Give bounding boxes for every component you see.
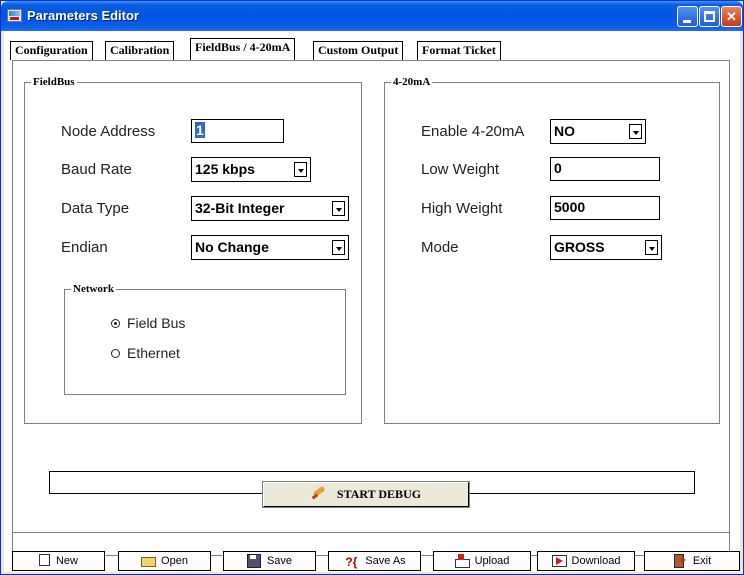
tab-label: FieldBus / 4-20mA [195, 40, 291, 54]
tab-configuration[interactable]: Configuration [10, 41, 93, 60]
radio-field-bus[interactable]: Field Bus [111, 315, 185, 331]
low-weight-input[interactable]: 0 [550, 157, 660, 181]
tab-custom-output[interactable]: Custom Output [313, 41, 404, 60]
tab-label: Custom Output [318, 43, 399, 57]
app-icon [7, 9, 22, 22]
minimize-icon [683, 20, 691, 23]
close-icon: ✕ [726, 9, 737, 24]
maximize-icon [704, 11, 715, 22]
enable-4-20ma-dropdown[interactable]: NO [550, 119, 646, 144]
chevron-down-icon[interactable] [645, 240, 658, 255]
open-folder-icon [141, 554, 157, 567]
enable-4-20ma-value: NO [554, 123, 575, 139]
start-debug-label: START DEBUG [336, 487, 422, 501]
node-address-value: 1 [195, 122, 205, 138]
start-debug-button[interactable]: START DEBUG [262, 481, 470, 508]
minimize-button[interactable] [677, 6, 698, 27]
upload-button[interactable]: Upload [433, 551, 531, 571]
open-label: Open [161, 555, 188, 567]
high-weight-value: 5000 [554, 199, 586, 215]
tab-label: Configuration [15, 43, 88, 57]
mode-dropdown[interactable]: GROSS [550, 235, 662, 260]
new-label: New [55, 555, 78, 567]
radio-unselected-icon [111, 349, 120, 358]
download-label: Download [571, 555, 621, 567]
tab-label: Calibration [110, 43, 170, 57]
data-type-value: 32-Bit Integer [195, 200, 285, 216]
radio-label: Ethernet [127, 345, 180, 361]
tab-format-ticket[interactable]: Format Ticket [417, 41, 501, 60]
analog-group-label: 4-20mA [391, 75, 433, 89]
bottom-toolbar: New Open Save ?{Save As Upload Download … [12, 551, 740, 573]
endian-dropdown[interactable]: No Change [191, 235, 349, 260]
parameters-editor-window: Parameters Editor ✕ Configuration Calibr… [0, 0, 744, 575]
download-button[interactable]: Download [537, 551, 635, 571]
new-file-icon [38, 554, 50, 566]
new-button[interactable]: New [12, 551, 105, 571]
fieldbus-group: FieldBus Node Address 1 Baud Rate 125 kb… [24, 75, 362, 424]
node-address-input[interactable]: 1 [191, 119, 284, 143]
save-button[interactable]: Save [223, 551, 316, 571]
title-bar[interactable]: Parameters Editor ✕ [1, 1, 743, 31]
node-address-label: Node Address [61, 123, 156, 140]
baud-rate-label: Baud Rate [61, 161, 132, 178]
upload-icon [454, 554, 470, 568]
analog-4-20ma-group: 4-20mA Enable 4-20mA NO Low Weight 0 Hig… [384, 75, 720, 424]
divider [13, 532, 729, 533]
exit-icon [673, 554, 687, 568]
save-as-button[interactable]: ?{ Save As [328, 551, 421, 571]
high-weight-label: High Weight [421, 200, 503, 217]
exit-label: Exit [692, 555, 712, 567]
close-button[interactable]: ✕ [721, 6, 742, 27]
upload-label: Upload [474, 555, 510, 567]
save-as-icon: ?{ [345, 555, 358, 569]
radio-label: Field Bus [127, 315, 186, 331]
baud-rate-value: 125 kbps [195, 161, 255, 177]
tab-calibration[interactable]: Calibration [105, 41, 175, 60]
chevron-down-icon[interactable] [629, 124, 642, 139]
low-weight-value: 0 [554, 160, 562, 176]
chevron-down-icon[interactable] [294, 162, 307, 177]
save-label: Save [266, 555, 293, 567]
network-group-label: Network [71, 282, 116, 296]
mode-value: GROSS [554, 239, 605, 255]
chevron-down-icon[interactable] [332, 201, 345, 216]
data-type-dropdown[interactable]: 32-Bit Integer [191, 196, 349, 221]
tab-label: Format Ticket [422, 43, 496, 57]
baud-rate-dropdown[interactable]: 125 kbps [191, 157, 311, 182]
mode-label: Mode [421, 239, 459, 256]
chevron-down-icon[interactable] [332, 240, 345, 255]
maximize-button[interactable] [699, 6, 720, 27]
window-title: Parameters Editor [27, 8, 139, 23]
endian-label: Endian [61, 239, 108, 256]
high-weight-input[interactable]: 5000 [550, 196, 660, 220]
low-weight-label: Low Weight [421, 161, 500, 178]
network-group: Network Field Bus Ethernet [64, 282, 346, 395]
open-button[interactable]: Open [118, 551, 211, 571]
save-icon [246, 554, 261, 568]
debug-icon [311, 487, 327, 499]
enable-4-20ma-label: Enable 4-20mA [421, 123, 525, 140]
download-icon [551, 554, 567, 567]
radio-ethernet[interactable]: Ethernet [111, 345, 180, 361]
tab-fieldbus-4-20ma[interactable]: FieldBus / 4-20mA [190, 38, 296, 60]
save-as-label: Save As [365, 555, 406, 567]
endian-value: No Change [195, 239, 269, 255]
exit-button[interactable]: Exit [644, 551, 740, 571]
client-area: Configuration Calibration FieldBus / 4-2… [4, 31, 740, 572]
data-type-label: Data Type [61, 200, 130, 217]
radio-selected-icon [111, 319, 120, 328]
fieldbus-group-label: FieldBus [31, 75, 77, 89]
